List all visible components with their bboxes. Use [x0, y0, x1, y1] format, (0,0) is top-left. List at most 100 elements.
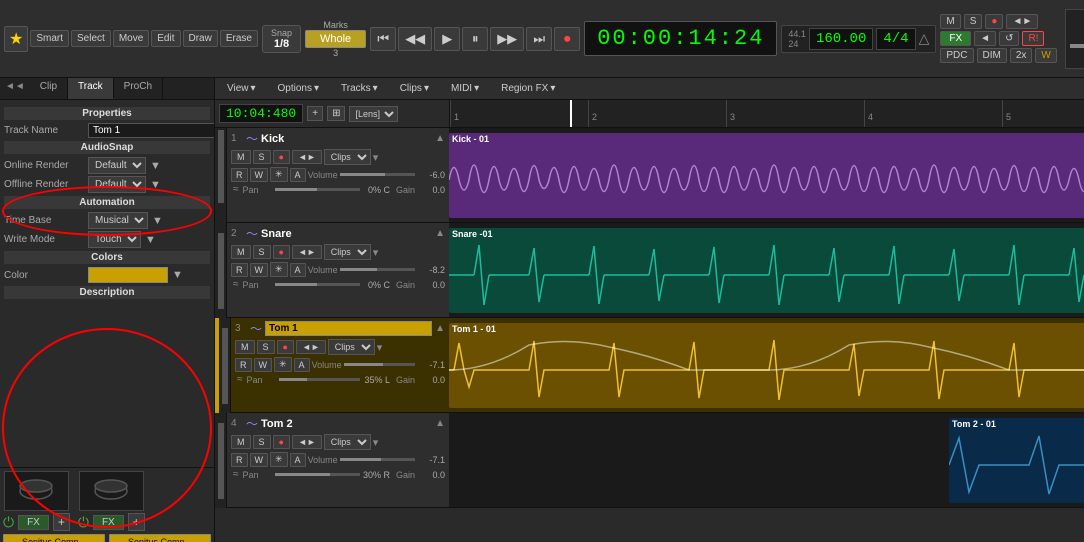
- menu-tracks[interactable]: Tracks ▾: [335, 81, 384, 96]
- color-arrow[interactable]: ▼: [172, 269, 183, 281]
- star-btn-tom1[interactable]: ✳: [274, 357, 292, 372]
- rec-tom1[interactable]: ●: [277, 340, 294, 354]
- clips-arrow-snare[interactable]: ▾: [373, 246, 379, 259]
- online-render-select[interactable]: Default: [88, 157, 146, 174]
- clips-arrow-tom2[interactable]: ▾: [373, 436, 379, 449]
- tempo-display[interactable]: 160.00: [809, 28, 873, 50]
- mono-tom1[interactable]: ◄►: [296, 340, 326, 354]
- star-btn-kick[interactable]: ✳: [270, 167, 288, 182]
- mute-kick[interactable]: M: [231, 150, 251, 164]
- back2-button[interactable]: ◄: [974, 31, 996, 46]
- draw-tool[interactable]: Draw: [183, 30, 218, 47]
- color-swatch[interactable]: [88, 267, 168, 283]
- mute-tom1[interactable]: M: [235, 340, 255, 354]
- env-icon-snare[interactable]: ≈: [231, 278, 241, 291]
- whole-button[interactable]: Whole: [305, 30, 366, 48]
- end-button[interactable]: ⏭: [526, 27, 552, 51]
- panel-collapse[interactable]: ◄◄: [0, 78, 30, 99]
- expand-tom2[interactable]: ▲: [435, 418, 445, 429]
- mute-tom2[interactable]: M: [231, 435, 251, 449]
- lens-select[interactable]: [Lens]: [349, 106, 398, 122]
- tab-track[interactable]: Track: [68, 78, 114, 99]
- m-button[interactable]: M: [940, 14, 960, 29]
- env-icon-kick[interactable]: ≈: [231, 183, 241, 196]
- expand-snare[interactable]: ▲: [435, 228, 445, 239]
- fx-label-2[interactable]: FX: [93, 515, 124, 530]
- select-tool[interactable]: Select: [71, 30, 111, 47]
- time-base-select[interactable]: Musical: [88, 212, 148, 229]
- w-btn-kick[interactable]: W: [250, 168, 269, 182]
- fit-button[interactable]: ⊞: [327, 106, 345, 121]
- env-icon-tom2[interactable]: ≈: [231, 468, 241, 481]
- menu-options[interactable]: Options ▾: [272, 81, 326, 96]
- clips-select-kick[interactable]: Clips: [324, 149, 371, 165]
- pause-button[interactable]: ⏸: [462, 27, 488, 51]
- clips-arrow-tom1[interactable]: ▾: [377, 341, 383, 354]
- solo-kick[interactable]: S: [253, 150, 271, 164]
- env-icon-tom1[interactable]: ≈: [235, 373, 245, 386]
- w-btn-snare[interactable]: W: [250, 263, 269, 277]
- power-btn-2[interactable]: ⏻: [78, 514, 89, 531]
- track-name-input[interactable]: [88, 123, 214, 138]
- r-btn-snare[interactable]: R: [231, 263, 248, 277]
- timesig-display[interactable]: 4/4: [876, 28, 915, 50]
- ruler-canvas[interactable]: 1 2 3 4 5 6: [450, 100, 1084, 127]
- star-button[interactable]: ★: [4, 26, 28, 52]
- dim-button[interactable]: DIM: [977, 48, 1007, 63]
- menu-view[interactable]: View ▾: [221, 81, 262, 96]
- w-btn-tom2[interactable]: W: [250, 453, 269, 467]
- offline-render-select[interactable]: Default: [88, 176, 146, 193]
- mono-kick[interactable]: ◄►: [292, 150, 322, 164]
- pan-track-tom1[interactable]: [279, 378, 360, 381]
- rec-snare[interactable]: ●: [273, 245, 290, 259]
- solo-tom1[interactable]: S: [257, 340, 275, 354]
- rec-kick[interactable]: ●: [273, 150, 290, 164]
- menu-clips[interactable]: Clips ▾: [394, 81, 435, 96]
- master-rec-button[interactable]: ●: [985, 14, 1003, 29]
- online-render-arrow[interactable]: ▼: [150, 160, 161, 172]
- star-btn-snare[interactable]: ✳: [270, 262, 288, 277]
- menu-region-fx[interactable]: Region FX ▾: [495, 81, 561, 96]
- clips-select-snare[interactable]: Clips: [324, 244, 371, 260]
- mono-tom2[interactable]: ◄►: [292, 435, 322, 449]
- star-btn-tom2[interactable]: ✳: [270, 452, 288, 467]
- time-base-arrow[interactable]: ▼: [152, 215, 163, 227]
- clip-tom2-01[interactable]: Tom 2 - 01: [949, 418, 1084, 503]
- menu-midi[interactable]: MIDI ▾: [445, 81, 485, 96]
- a-btn-tom2[interactable]: A: [290, 453, 306, 467]
- pan-track-snare[interactable]: [275, 283, 360, 286]
- snap-section[interactable]: Snap 1/8: [262, 25, 301, 53]
- tab-proch[interactable]: ProCh: [114, 78, 163, 99]
- pdc-button[interactable]: PDC: [940, 48, 973, 63]
- mute-snare[interactable]: M: [231, 245, 251, 259]
- smart-tool[interactable]: Smart: [30, 30, 69, 47]
- write-mode-select[interactable]: Touch: [88, 231, 141, 248]
- w-button[interactable]: W: [1035, 48, 1056, 63]
- pan-track-kick[interactable]: [275, 188, 360, 191]
- clip-kick-01[interactable]: Kick - 01: [449, 133, 1084, 218]
- time-position[interactable]: 10:04:480: [219, 104, 303, 123]
- move-tool[interactable]: Move: [113, 30, 149, 47]
- write-mode-arrow[interactable]: ▼: [145, 234, 156, 246]
- r-btn-kick[interactable]: R: [231, 168, 248, 182]
- plugin-btn-2[interactable]: Sonitus Comp...: [109, 534, 211, 542]
- expand-kick[interactable]: ▲: [435, 133, 445, 144]
- add-track-button[interactable]: +: [307, 106, 323, 121]
- offline-render-arrow[interactable]: ▼: [150, 179, 161, 191]
- mono-snare[interactable]: ◄►: [292, 245, 322, 259]
- clip-snare-01[interactable]: Snare -01: [449, 228, 1084, 313]
- clip-tom1-01[interactable]: Tom 1 - 01: [449, 323, 1084, 408]
- solo-snare[interactable]: S: [253, 245, 271, 259]
- forward-button[interactable]: ▶▶: [490, 27, 524, 51]
- play-button[interactable]: ▶: [434, 27, 460, 51]
- expand-tom1[interactable]: ▲: [435, 323, 445, 334]
- master-slider[interactable]: [1065, 9, 1084, 69]
- clips-select-tom1[interactable]: Clips: [328, 339, 375, 355]
- a-btn-tom1[interactable]: A: [294, 358, 310, 372]
- volume-track-snare[interactable]: [340, 268, 415, 271]
- power-btn-1[interactable]: ⏻: [3, 514, 14, 531]
- w-btn-tom1[interactable]: W: [254, 358, 273, 372]
- plugin-btn-1[interactable]: Sonitus Comp...: [3, 534, 105, 542]
- rewind-button[interactable]: ⏮: [370, 27, 396, 51]
- pan-track-tom2[interactable]: [275, 473, 360, 476]
